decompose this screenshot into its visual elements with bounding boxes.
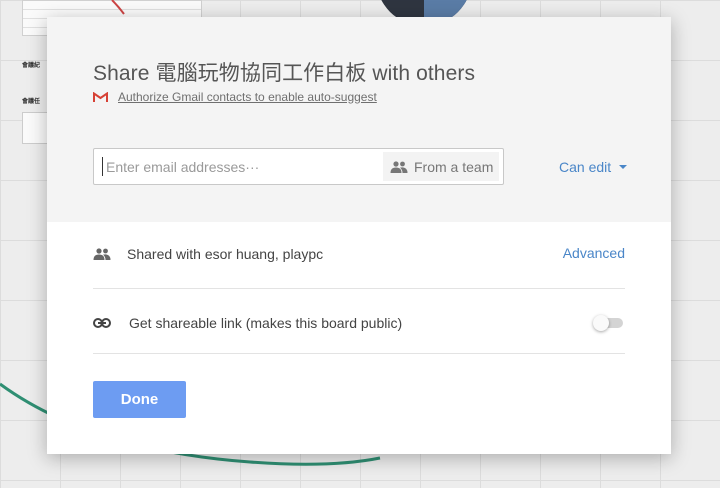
shared-with-row: Shared with esor huang, playpc Advanced [93,242,625,266]
shareable-link-row: Get shareable link (makes this board pub… [93,311,625,335]
gmail-authorize-row: Authorize Gmail contacts to enable auto-… [93,90,377,104]
divider [93,288,625,289]
link-icon [93,318,111,328]
shareable-link-toggle[interactable] [593,315,625,331]
caret-down-icon [619,165,628,169]
done-button[interactable]: Done [93,381,186,418]
share-dialog-header [47,17,671,222]
gmail-icon [93,91,108,102]
shareable-link-text: Get shareable link (makes this board pub… [129,315,403,331]
permission-dropdown[interactable]: Can edit [559,159,628,175]
authorize-gmail-link[interactable]: Authorize Gmail contacts to enable auto-… [118,90,377,104]
people-icon [93,248,111,260]
from-team-button[interactable]: From a team [383,152,499,181]
shared-with-text: Shared with esor huang, playpc [127,246,324,262]
divider [93,353,625,354]
people-icon [390,160,408,173]
dialog-title: Share 電腦玩物協同工作白板 with others [93,62,476,85]
email-input-box[interactable]: From a team [93,148,504,185]
email-address-input[interactable] [104,149,378,184]
advanced-link[interactable]: Advanced [563,245,625,261]
text-caret [102,157,103,176]
from-team-label: From a team [414,158,494,175]
share-dialog: Share 電腦玩物協同工作白板 with others Authorize G… [47,17,671,454]
permission-label: Can edit [559,159,612,175]
toggle-knob [593,315,609,331]
